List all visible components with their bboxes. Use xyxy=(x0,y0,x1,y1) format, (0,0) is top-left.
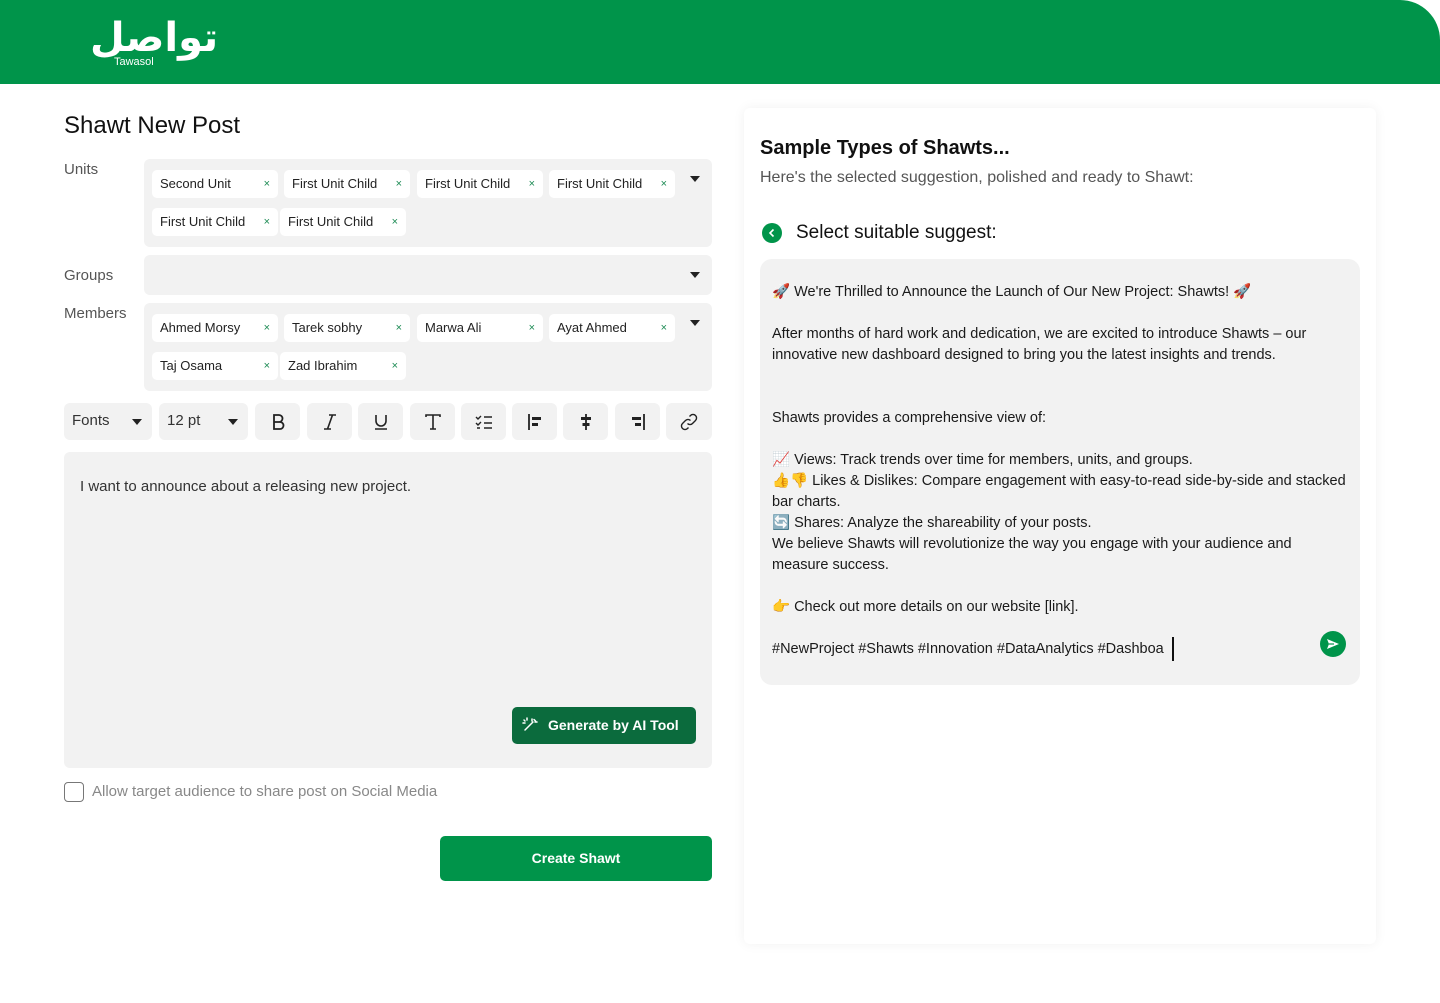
remove-chip-icon[interactable]: × xyxy=(264,170,270,198)
align-right-icon[interactable] xyxy=(615,403,660,440)
member-chip: Taj Osama × xyxy=(152,352,278,380)
align-center-icon[interactable] xyxy=(563,403,608,440)
share-checkbox-label: Allow target audience to share post on S… xyxy=(92,783,438,800)
send-icon[interactable] xyxy=(1320,631,1346,657)
chevron-left-icon[interactable] xyxy=(762,223,782,243)
members-select[interactable]: Ahmed Morsy × Tarek sobhy × Marwa Ali × Aya… xyxy=(144,303,712,391)
remove-chip-icon[interactable]: × xyxy=(661,170,667,198)
share-checkbox[interactable] xyxy=(64,782,84,802)
link-icon[interactable] xyxy=(666,403,712,440)
suggestions-panel: Sample Types of Shawts... Here's the sel… xyxy=(744,108,1376,944)
unit-chip: First Unit Child × xyxy=(280,208,406,236)
font-family-value: Fonts xyxy=(72,412,110,429)
text-cursor xyxy=(1171,637,1174,661)
suggestion-line: 👍👎 Likes & Dislikes: Compare engagement … xyxy=(772,473,1346,510)
remove-chip-icon[interactable]: × xyxy=(661,314,667,342)
unit-chip: First Unit Child × xyxy=(152,208,278,236)
generate-ai-label: Generate by AI Tool xyxy=(548,717,679,733)
tawasol-logo[interactable]: تواصل Tawasol xyxy=(90,16,218,72)
app-header: تواصل Tawasol xyxy=(0,0,1440,84)
member-chip: Ahmed Morsy × xyxy=(152,314,278,342)
bold-icon[interactable] xyxy=(255,403,300,440)
units-label: Units xyxy=(64,161,99,178)
checklist-icon[interactable] xyxy=(461,403,506,440)
units-select[interactable]: Second Unit × First Unit Child × First Uni… xyxy=(144,159,712,247)
font-family-select[interactable]: Fonts xyxy=(64,403,152,440)
remove-chip-icon[interactable]: × xyxy=(529,170,535,198)
groups-label: Groups xyxy=(64,267,114,284)
logo-arabic-text: تواصل xyxy=(90,15,219,61)
font-size-select[interactable]: 12 pt xyxy=(159,403,248,440)
select-suggest-label: Select suitable suggest: xyxy=(796,222,997,243)
magic-wand-icon xyxy=(522,717,538,731)
logo-latin-text: Tawasol xyxy=(114,56,154,68)
suggestions-subtitle: Here's the selected suggestion, polished… xyxy=(760,169,1194,186)
unit-chip: First Unit Child × xyxy=(417,170,543,198)
editor-content[interactable]: I want to announce about a releasing new… xyxy=(80,478,411,496)
generate-ai-button[interactable]: Generate by AI Tool xyxy=(512,707,696,744)
chevron-down-icon[interactable] xyxy=(690,176,700,182)
remove-chip-icon[interactable]: × xyxy=(392,352,398,380)
unit-chip: First Unit Child × xyxy=(549,170,675,198)
remove-chip-icon[interactable]: × xyxy=(396,170,402,198)
suggestion-line: 👉 Check out more details on our website … xyxy=(772,599,1079,615)
suggestion-line: After months of hard work and dedication… xyxy=(772,326,1307,363)
font-size-value: 12 pt xyxy=(167,412,201,429)
member-chip: Zad Ibrahim × xyxy=(280,352,406,380)
unit-chip: Second Unit × xyxy=(152,170,278,198)
align-left-icon[interactable] xyxy=(512,403,557,440)
chevron-down-icon xyxy=(132,419,142,425)
unit-chip: First Unit Child × xyxy=(284,170,410,198)
suggestion-line: 🔄 Shares: Analyze the shareability of yo… xyxy=(772,515,1092,531)
suggestion-line: Shawts provides a comprehensive view of: xyxy=(772,410,1047,426)
member-chip: Ayat Ahmed × xyxy=(549,314,675,342)
underline-icon[interactable] xyxy=(358,403,403,440)
member-chip: Tarek sobhy × xyxy=(284,314,410,342)
text-style-icon[interactable] xyxy=(410,403,455,440)
remove-chip-icon[interactable]: × xyxy=(264,352,270,380)
chevron-down-icon[interactable] xyxy=(690,272,700,278)
suggestions-title: Sample Types of Shawts... xyxy=(760,137,1010,159)
remove-chip-icon[interactable]: × xyxy=(264,314,270,342)
suggestion-textbox[interactable]: 🚀 We're Thrilled to Announce the Launch … xyxy=(760,259,1360,685)
suggestion-hashtags: #NewProject #Shawts #Innovation #DataAna… xyxy=(772,637,1348,661)
post-editor[interactable]: I want to announce about a releasing new… xyxy=(64,452,712,768)
groups-select[interactable] xyxy=(144,255,712,295)
create-shawt-button[interactable]: Create Shawt xyxy=(440,836,712,881)
members-label: Members xyxy=(64,305,127,322)
suggestion-line: 📈 Views: Track trends over time for memb… xyxy=(772,452,1193,468)
chevron-down-icon[interactable] xyxy=(690,320,700,326)
remove-chip-icon[interactable]: × xyxy=(529,314,535,342)
page-title: Shawt New Post xyxy=(64,112,241,139)
remove-chip-icon[interactable]: × xyxy=(392,208,398,236)
chevron-down-icon xyxy=(228,419,238,425)
remove-chip-icon[interactable]: × xyxy=(264,208,270,236)
remove-chip-icon[interactable]: × xyxy=(396,314,402,342)
suggestion-line: 🚀 We're Thrilled to Announce the Launch … xyxy=(772,284,1252,300)
member-chip: Marwa Ali × xyxy=(417,314,543,342)
suggestion-line: We believe Shawts will revolutionize the… xyxy=(772,536,1292,573)
italic-icon[interactable] xyxy=(307,403,352,440)
